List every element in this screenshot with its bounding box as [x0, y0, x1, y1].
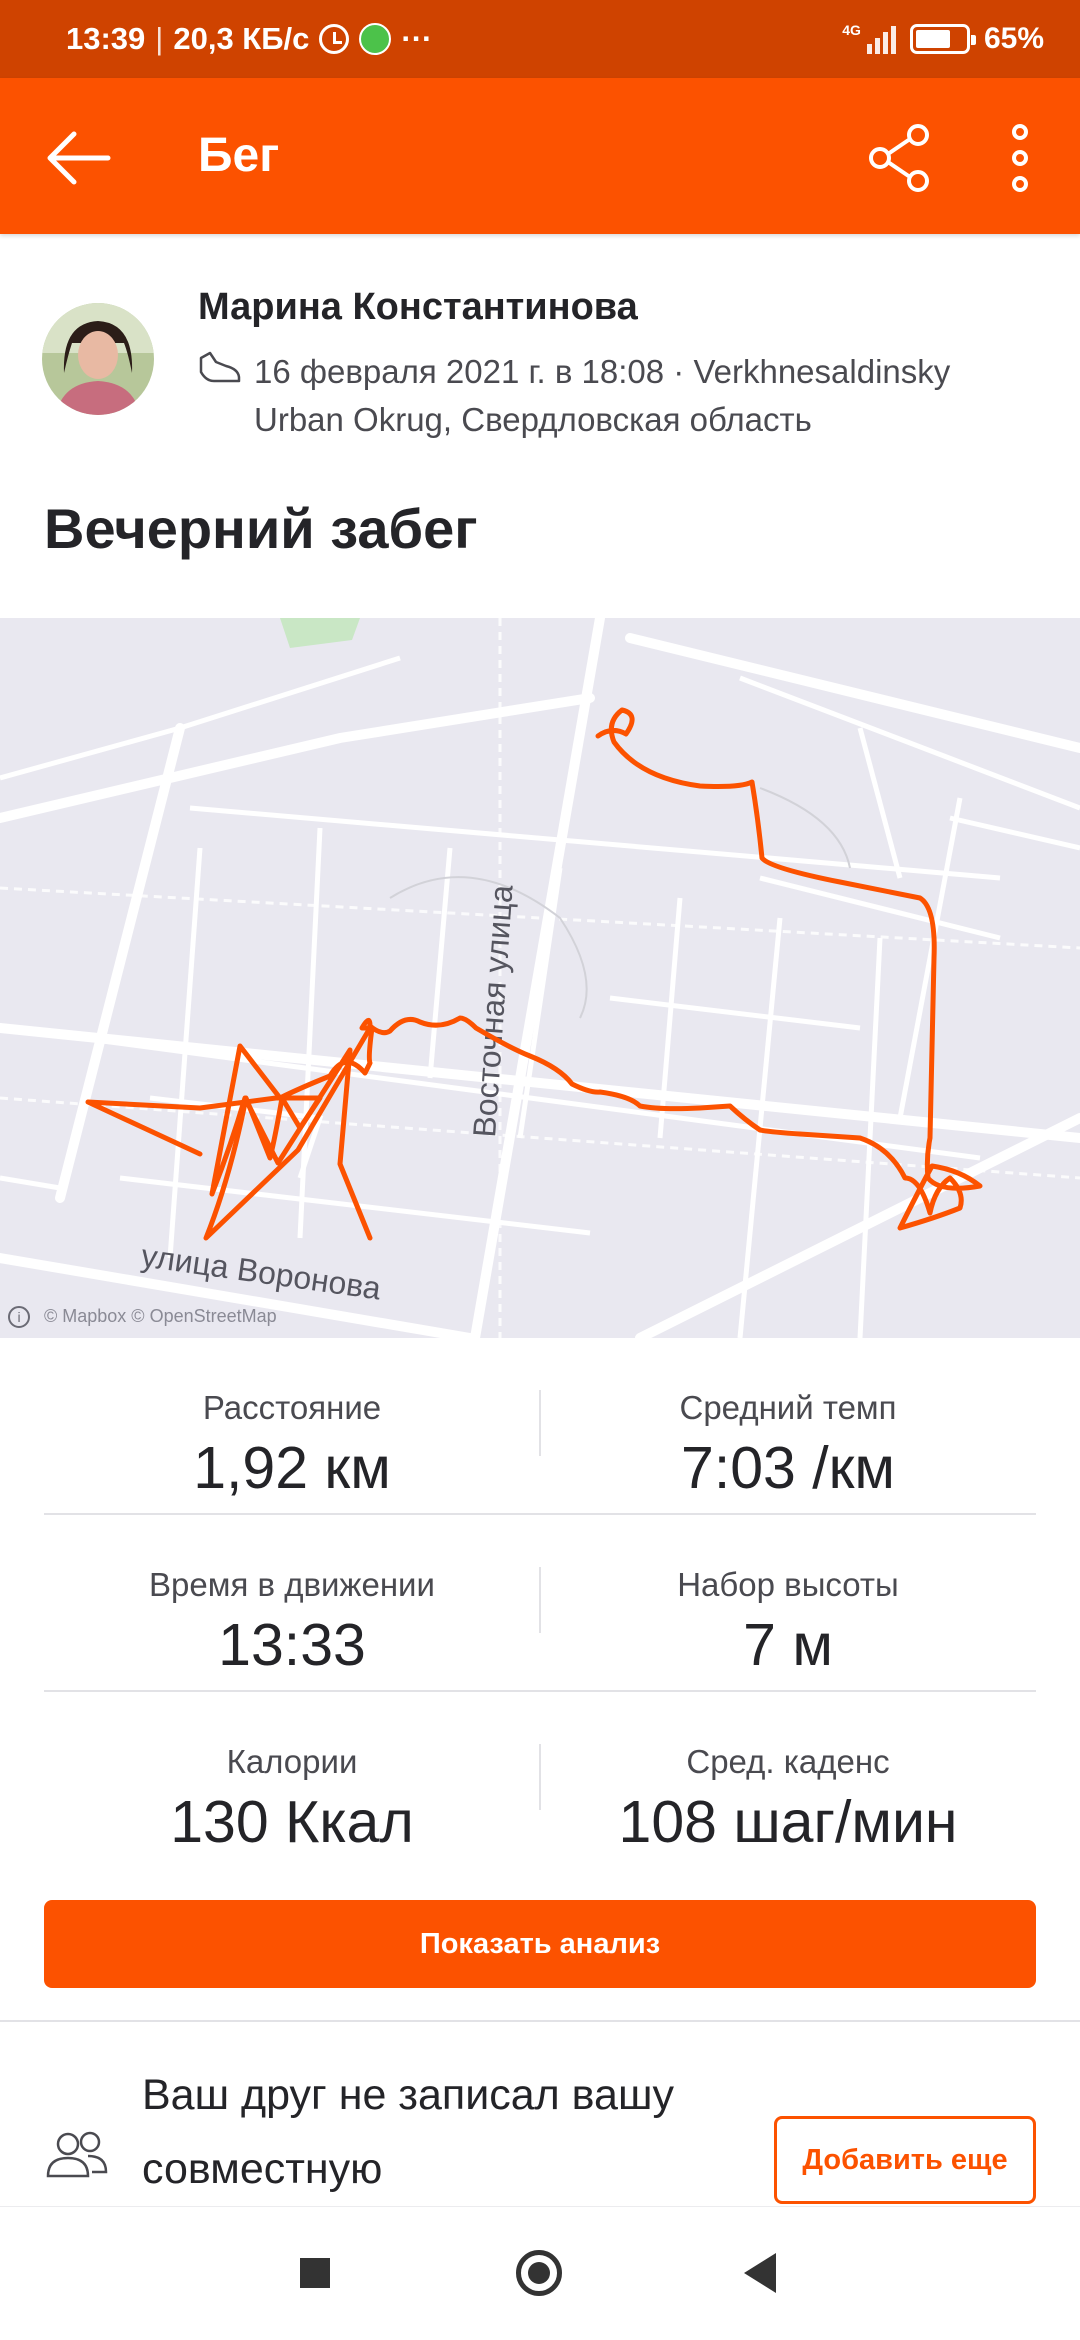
share-button[interactable]: [862, 118, 942, 198]
stat-avg-pace: Средний темп 7:03 /км: [540, 1338, 1036, 1513]
show-analysis-button[interactable]: Показать анализ: [44, 1900, 1036, 1988]
back-button[interactable]: [38, 118, 118, 198]
stats-row: Расстояние 1,92 км Средний темп 7:03 /км: [44, 1338, 1036, 1515]
stat-value: 1,92 км: [193, 1435, 391, 1501]
recents-button[interactable]: [300, 2258, 330, 2288]
status-left: 13:39 | 20,3 КБ/с ···: [66, 0, 432, 78]
group-icon: [46, 2131, 108, 2178]
home-button[interactable]: [516, 2250, 562, 2296]
status-right: 4G 65%: [842, 0, 1044, 78]
stat-divider: [539, 1567, 541, 1633]
stat-elevation-gain: Набор высоты 7 м: [540, 1515, 1036, 1690]
partner-message: Ваш друг не записал вашу совместную: [142, 2071, 674, 2193]
battery-level: 65%: [983, 22, 1044, 55]
add-more-button[interactable]: Добавить еще: [774, 2116, 1036, 2204]
stat-value: 130 Ккал: [170, 1789, 414, 1855]
route-map[interactable]: Восточная улица улица Воронова i © Mapbo…: [0, 618, 1080, 1338]
alarm-icon: [319, 24, 350, 54]
network-type: 4G: [842, 22, 861, 38]
status-speed: 20,3 КБ/с: [173, 21, 310, 56]
stat-moving-time: Время в движении 13:33: [44, 1515, 540, 1690]
info-icon[interactable]: i: [8, 1306, 30, 1328]
status-separator: |: [155, 21, 164, 56]
more-options-button[interactable]: [990, 118, 1050, 198]
shoe-icon: [199, 351, 241, 383]
page-title: Бег: [198, 129, 280, 182]
stat-value: 7 м: [743, 1612, 833, 1678]
stat-divider: [539, 1390, 541, 1456]
app-bar: Бег: [0, 78, 1080, 234]
status-more-dots: ···: [401, 21, 433, 56]
status-bar: 13:39 | 20,3 КБ/с ··· 4G 65%: [0, 0, 1080, 78]
stat-calories: Калории 130 Ккал: [44, 1692, 540, 1869]
stat-value: 13:33: [218, 1612, 366, 1678]
notification-app-icon: [359, 23, 392, 55]
stat-label: Время в движении: [149, 1566, 435, 1603]
more-vertical-icon: [1012, 124, 1028, 192]
arrow-left-icon: [47, 131, 111, 185]
stats-grid: Расстояние 1,92 км Средний темп 7:03 /км…: [44, 1338, 1036, 1869]
stat-cadence: Сред. каденс 108 шаг/мин: [540, 1692, 1036, 1869]
signal-icon: [866, 24, 896, 54]
stat-label: Набор высоты: [677, 1566, 899, 1603]
stat-value: 7:03 /км: [681, 1435, 895, 1501]
battery-icon: [909, 24, 976, 54]
system-nav-bar: [0, 2206, 1080, 2340]
stats-row: Время в движении 13:33 Набор высоты 7 м: [44, 1515, 1036, 1692]
map-canvas: Восточная улица улица Воронова: [0, 618, 1080, 1338]
stat-label: Средний темп: [679, 1389, 897, 1426]
map-attribution[interactable]: © Mapbox © OpenStreetMap: [44, 1306, 277, 1327]
activity-title: Вечерний забег: [44, 497, 478, 560]
share-icon: [869, 124, 929, 192]
status-time: 13:39: [66, 21, 146, 56]
stat-distance: Расстояние 1,92 км: [44, 1338, 540, 1513]
stat-value: 108 шаг/мин: [618, 1789, 958, 1855]
stat-divider: [539, 1744, 541, 1810]
activity-meta: 16 февраля 2021 г. в 18:08 · Verkhnesald…: [254, 353, 951, 438]
stat-label: Сред. каденс: [686, 1743, 890, 1780]
stat-label: Калории: [226, 1743, 358, 1780]
athlete-name[interactable]: Марина Константинова: [198, 286, 638, 329]
stats-row: Калории 130 Ккал Сред. каденс 108 шаг/ми…: [44, 1692, 1036, 1869]
avatar[interactable]: [42, 303, 154, 415]
section-divider: [0, 2020, 1080, 2022]
stat-label: Расстояние: [202, 1389, 382, 1426]
system-back-button[interactable]: [744, 2253, 776, 2293]
